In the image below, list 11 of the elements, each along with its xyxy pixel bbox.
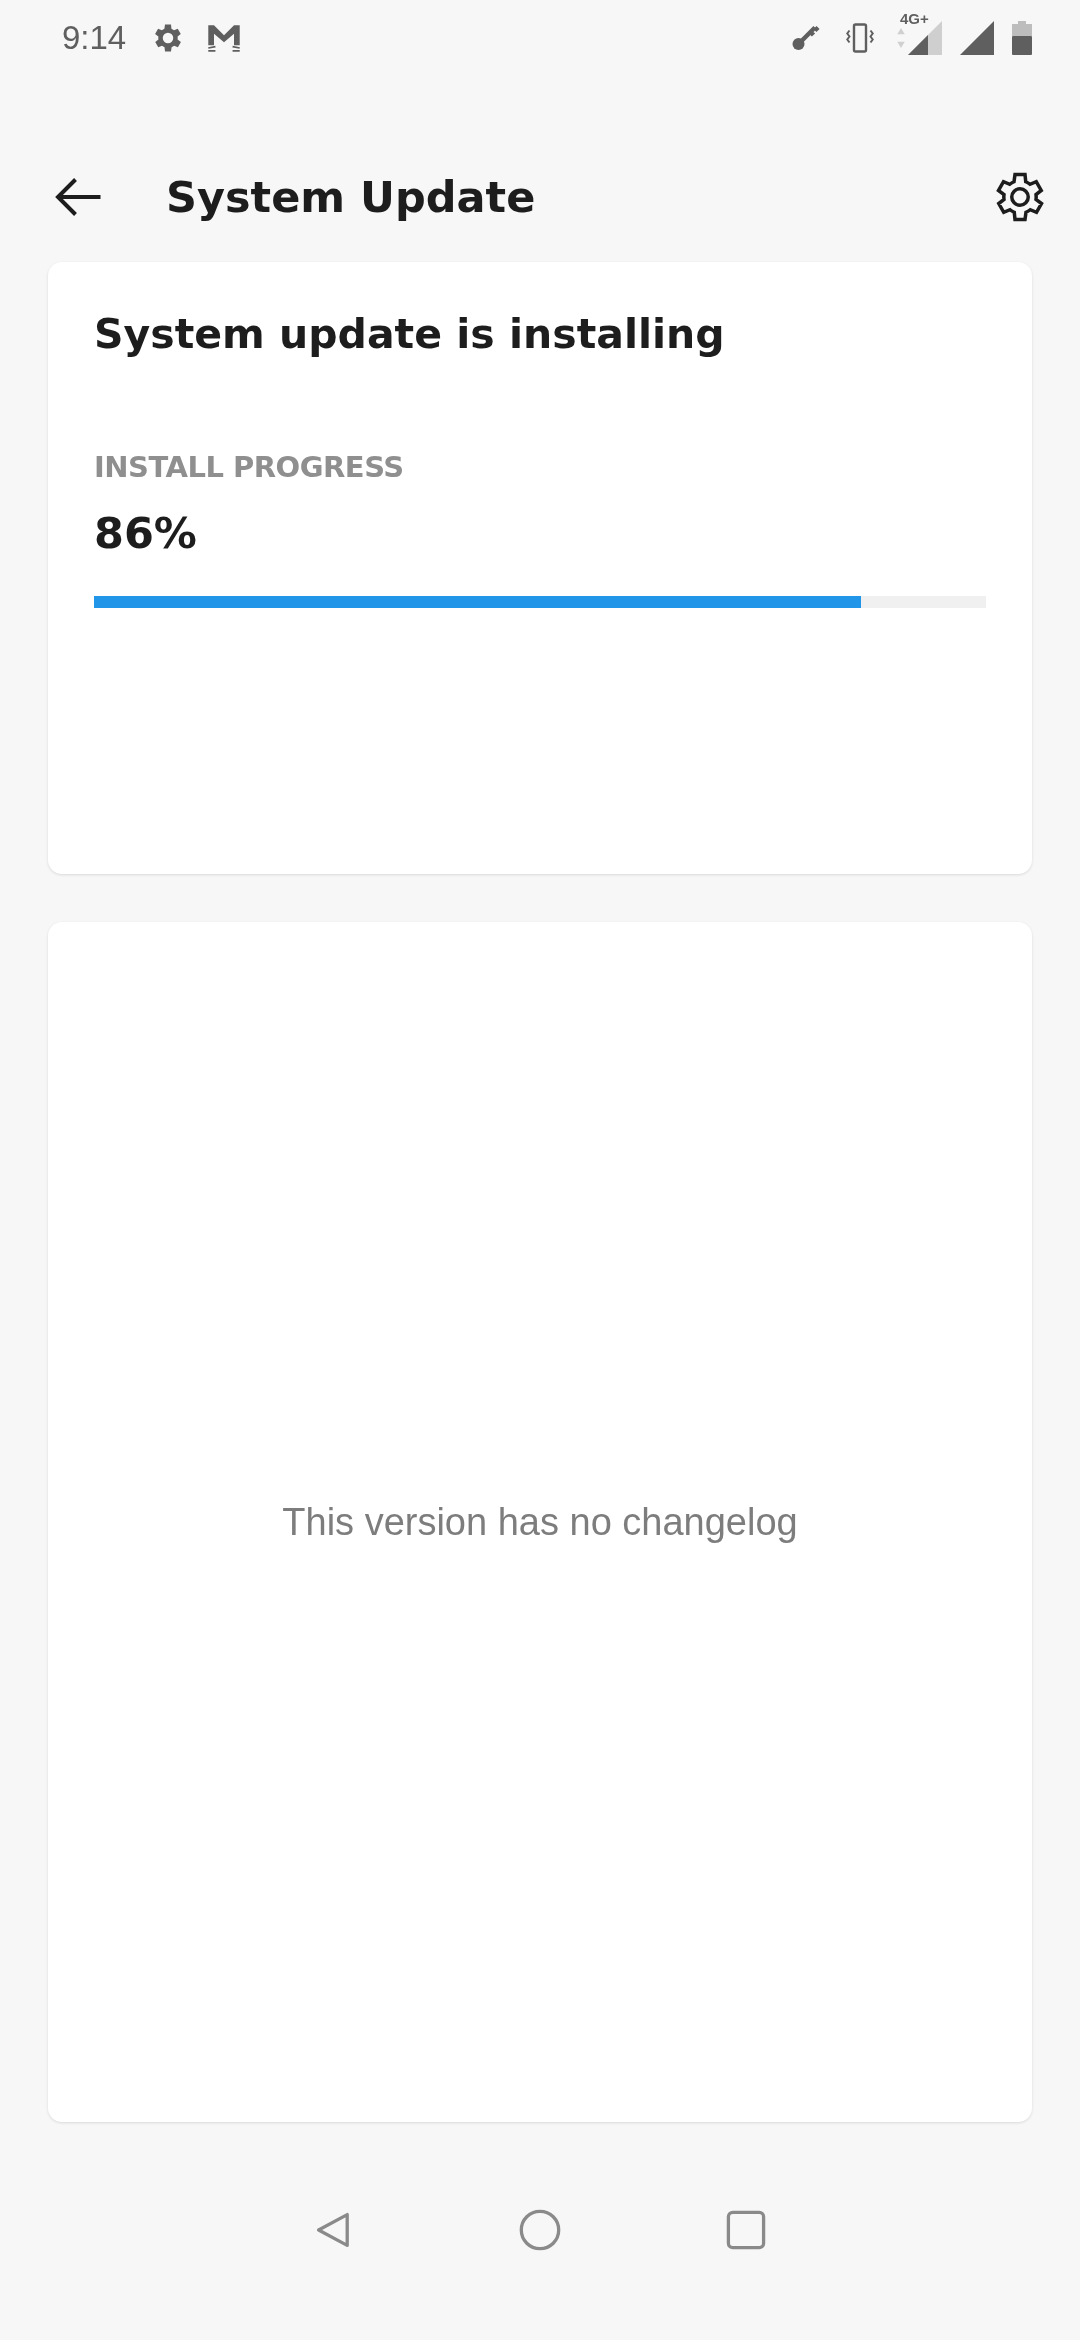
battery-icon [1012, 21, 1032, 55]
page-title: System Update [166, 172, 536, 222]
changelog-message: This version has no changelog [282, 1500, 798, 1544]
signal-icon [960, 21, 994, 55]
progress-label: INSTALL PROGRESS [94, 450, 405, 484]
card-title: System update is installing [94, 310, 726, 358]
home-icon[interactable] [518, 2208, 562, 2252]
recents-icon[interactable] [724, 2208, 768, 2252]
network-type: 4G+ [900, 11, 929, 26]
progress-percent: 86% [94, 508, 198, 558]
status-time: 9:14 [62, 19, 127, 57]
